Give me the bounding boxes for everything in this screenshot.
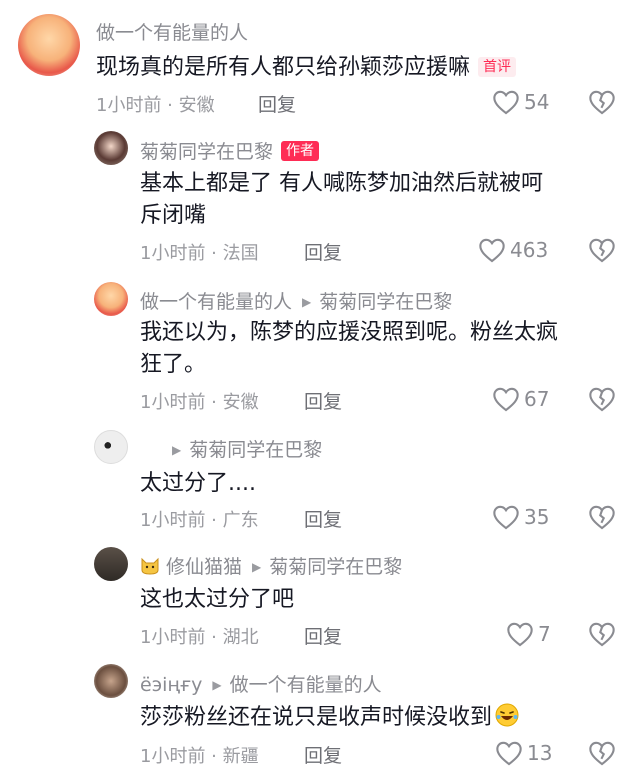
like-button[interactable]: 7	[506, 621, 551, 647]
reply-to-username[interactable]: 菊菊同学在巴黎	[269, 556, 402, 578]
comment-text-body: 现场真的是所有人都只给孙颖莎应援嘛	[96, 55, 471, 80]
like-button[interactable]: 67	[492, 386, 549, 412]
comment-text-body: 莎莎粉丝还在说只是收声时候没收到	[140, 705, 493, 730]
reply-button[interactable]: 回复	[304, 505, 342, 532]
avatar[interactable]	[94, 547, 128, 581]
reply-to-username[interactable]: 菊菊同学在巴黎	[319, 291, 452, 313]
like-count: 54	[524, 90, 550, 114]
like-button[interactable]: 13	[495, 740, 552, 766]
comment-username[interactable]: 做一个有能量的人	[96, 18, 248, 45]
like-button[interactable]: 54	[492, 89, 549, 115]
comment-text: 莎莎粉丝还在说只是收声时候没收到	[140, 702, 520, 734]
comment-text-line: 我还以为，陈梦的应援没照到呢。粉丝太疯	[140, 320, 559, 345]
avatar[interactable]	[94, 282, 128, 316]
heart-outline-icon	[493, 90, 519, 115]
reply-username-row: ёэіңғу ▶ 做一个有能量的人	[140, 670, 382, 697]
heart-outline-icon	[493, 505, 519, 530]
comment-username[interactable]: ёэіңғу	[140, 674, 202, 696]
comment-meta: 1小时前 · 广东	[140, 510, 259, 531]
comment-meta: 1小时前 · 法国	[140, 243, 259, 264]
comment-username[interactable]: 修仙猫猫	[166, 556, 242, 578]
comment-meta: 1小时前 · 安徽	[96, 95, 215, 116]
comment-meta: 1小时前 · 新疆	[140, 746, 259, 767]
play-arrow-icon: ▶	[252, 560, 262, 574]
reply-button[interactable]: 回复	[304, 622, 342, 649]
comment-text: 现场真的是所有人都只给孙颖莎应援嘛 首评	[96, 52, 517, 84]
broken-heart-icon[interactable]	[588, 621, 616, 647]
comment-text: 基本上都是了 有人喊陈梦加油然后就被呵 斥闭嘴	[140, 168, 543, 232]
reply-button[interactable]: 回复	[258, 90, 296, 117]
heart-outline-icon	[493, 387, 519, 412]
comment-text-line: 狂了。	[140, 352, 207, 377]
reply-to-username[interactable]: 做一个有能量的人	[230, 674, 382, 696]
heart-outline-icon	[507, 622, 533, 647]
comment-text-line: 斥闭嘴	[140, 203, 207, 228]
comment-username[interactable]: 做一个有能量的人	[140, 291, 292, 313]
avatar[interactable]	[18, 14, 80, 76]
play-arrow-icon: ▶	[172, 443, 182, 457]
like-count: 7	[538, 622, 551, 646]
author-badge: 作者	[281, 141, 320, 161]
broken-heart-icon[interactable]	[588, 740, 616, 766]
reply-username-row: ▶ 菊菊同学在巴黎	[140, 435, 322, 462]
reply-username-row: 修仙猫猫 ▶ 菊菊同学在巴黎	[140, 552, 402, 579]
like-button[interactable]: 35	[492, 504, 549, 530]
like-button[interactable]: 463	[478, 237, 548, 263]
like-count: 13	[527, 741, 553, 765]
reply-button[interactable]: 回复	[304, 741, 342, 768]
avatar[interactable]	[94, 430, 128, 464]
laughing-emoji-icon	[495, 703, 519, 727]
reply-button[interactable]: 回复	[304, 387, 342, 414]
comment-text-line: 基本上都是了 有人喊陈梦加油然后就被呵	[140, 171, 543, 196]
reply-username-row: 菊菊同学在巴黎 作者	[140, 137, 320, 164]
comment-text: 太过分了....	[140, 471, 256, 496]
broken-heart-icon[interactable]	[588, 89, 616, 115]
reply-button[interactable]: 回复	[304, 238, 342, 265]
heart-outline-icon	[479, 238, 505, 263]
broken-heart-icon[interactable]	[588, 504, 616, 530]
like-count: 67	[524, 387, 550, 411]
comment-text: 这也太过分了吧	[140, 587, 295, 612]
avatar[interactable]	[94, 131, 128, 165]
comment-meta: 1小时前 · 湖北	[140, 627, 259, 648]
heart-outline-icon	[496, 741, 522, 766]
broken-heart-icon[interactable]	[588, 386, 616, 412]
play-arrow-icon: ▶	[302, 295, 312, 309]
broken-heart-icon[interactable]	[588, 237, 616, 263]
comment-username[interactable]: 菊菊同学在巴黎	[140, 141, 273, 163]
comment-meta: 1小时前 · 安徽	[140, 392, 259, 413]
play-arrow-icon: ▶	[212, 678, 222, 692]
like-count: 35	[524, 505, 550, 529]
comment-text: 我还以为，陈梦的应援没照到呢。粉丝太疯 狂了。	[140, 317, 558, 381]
avatar[interactable]	[94, 664, 128, 698]
reply-username-row: 做一个有能量的人 ▶ 菊菊同学在巴黎	[140, 287, 452, 314]
reply-to-username[interactable]: 菊菊同学在巴黎	[189, 439, 322, 461]
cat-emoji-icon	[141, 557, 159, 575]
first-comment-badge: 首评	[478, 57, 517, 77]
like-count: 463	[510, 238, 549, 262]
